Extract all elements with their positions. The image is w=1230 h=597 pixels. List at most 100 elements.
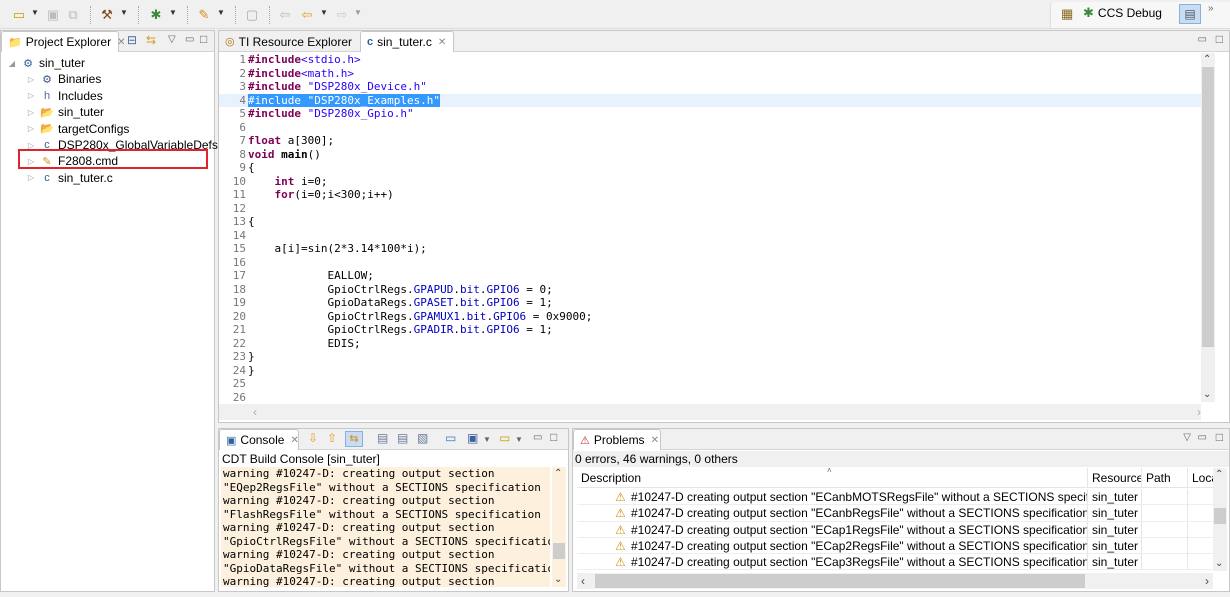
close-icon[interactable]: ✕ [290, 435, 298, 446]
code-line: 15 a[i]=sin(2*3.14*100*i); [219, 242, 1201, 256]
bug-icon[interactable]: ✱ [147, 6, 165, 24]
column-header-description[interactable]: Description [577, 468, 1087, 488]
open-console-dropdown[interactable]: ▼ [515, 435, 523, 444]
tab-console[interactable]: ▣ Console ✕ [219, 429, 299, 450]
new-dropdown-arrow[interactable]: ▼ [31, 8, 39, 17]
column-header-resource[interactable]: Resource [1087, 468, 1141, 488]
pin-console-icon[interactable]: ▤ [397, 431, 408, 445]
line-number: 9 [239, 161, 246, 174]
scroll-up-icon[interactable]: ⌃ [1203, 54, 1211, 65]
scroll-up-arrow-icon[interactable]: ⇧ [327, 431, 337, 445]
debug-dropdown-arrow[interactable]: ▼ [169, 8, 177, 17]
save-icon[interactable]: ▣ [44, 6, 62, 24]
perspective-ccs-debug[interactable]: ✱ CCS Debug [1083, 5, 1162, 21]
display-console-icon[interactable]: ▣ [467, 431, 478, 445]
tab-ti-resource-explorer[interactable]: ◎ TI Resource Explorer [219, 31, 359, 52]
window-icon[interactable]: ▢ [243, 6, 261, 24]
code-editor[interactable]: 1 #include<stdio.h> 2 #include<math.h> 3 #inc… [219, 53, 1201, 404]
display-console-dropdown[interactable]: ▼ [483, 435, 491, 444]
close-icon[interactable]: ✕ [117, 37, 125, 48]
minimize-icon[interactable]: ▭ [1198, 432, 1207, 443]
problem-row[interactable]: ⚠ #10247-D creating output section "ECap3… [577, 554, 1213, 571]
view-menu-icon[interactable]: ▽ [1183, 432, 1191, 443]
scroll-thumb[interactable] [1214, 508, 1226, 524]
scroll-thumb[interactable] [553, 543, 565, 559]
collapsed-twistie-icon[interactable]: ▷ [26, 75, 36, 84]
collapsed-twistie-icon[interactable]: ▷ [26, 108, 36, 117]
tab-problems[interactable]: ⚠ Problems ✕ [573, 429, 661, 450]
collapsed-twistie-icon[interactable]: ▷ [26, 91, 36, 100]
scroll-down-icon[interactable]: ⌄ [554, 574, 562, 585]
scroll-up-icon[interactable]: ⌃ [1215, 469, 1223, 480]
scroll-up-icon[interactable]: ⌃ [554, 468, 562, 479]
problem-row[interactable]: ⚠ #10247-D creating output section "ECanb… [577, 505, 1213, 522]
collapsed-twistie-icon[interactable]: ▷ [26, 124, 36, 133]
tree-item[interactable]: ▷ h Includes [26, 88, 103, 104]
editor-horizontal-scrollbar[interactable]: ‹ › [219, 404, 1201, 420]
save-all-icon[interactable]: ⧉ [64, 6, 82, 24]
flash-tool-icon[interactable]: ✎ [195, 6, 213, 24]
problems-horizontal-scrollbar[interactable]: ‹ › [577, 573, 1213, 589]
minimize-icon[interactable]: ▭ [1198, 34, 1207, 45]
scroll-down-icon[interactable]: ⌄ [1203, 389, 1211, 400]
collapsed-twistie-icon[interactable]: ▷ [26, 173, 36, 182]
link-with-editor-icon[interactable]: ⇆ [146, 33, 156, 47]
expanded-twistie-icon[interactable]: ◢ [7, 59, 17, 68]
build-dropdown-arrow[interactable]: ▼ [120, 8, 128, 17]
tab-sin-tuter-c[interactable]: c sin_tuter.c ✕ [360, 31, 454, 52]
code-line: 21 GpioCtrlRegs.GPADIR.bit.GPIO6 = 1; [219, 323, 1201, 337]
maximize-icon[interactable]: □ [200, 32, 207, 46]
problem-row[interactable]: ⚠ #10247-D creating output section "ECap2… [577, 537, 1213, 555]
new-file-icon[interactable]: ▭ [10, 6, 28, 24]
tree-item[interactable]: ▷ c sin_tuter.c [26, 170, 113, 186]
back-dropdown-arrow[interactable]: ▼ [320, 8, 328, 17]
collapse-all-icon[interactable]: ⊟ [127, 33, 137, 47]
scroll-left-icon[interactable]: ‹ [253, 405, 257, 419]
console-output[interactable]: warning #10247-D: creating output sectio… [221, 467, 550, 587]
scroll-right-icon[interactable]: › [1197, 405, 1201, 419]
ccs-edit-perspective-button[interactable]: ▤ [1179, 4, 1201, 24]
scroll-down-arrow-icon[interactable]: ⇩ [308, 431, 318, 445]
console-vertical-scrollbar[interactable]: ⌃ ⌄ [552, 467, 566, 587]
editor-vertical-scrollbar[interactable]: ⌃ ⌄ [1201, 53, 1215, 402]
scroll-right-icon[interactable]: › [1205, 574, 1209, 588]
view-menu-icon[interactable]: ▽ [168, 34, 176, 45]
line-number: 2 [239, 66, 246, 80]
maximize-icon[interactable]: □ [1216, 32, 1223, 46]
clear-console-icon[interactable]: ▧ [417, 431, 428, 445]
tree-item[interactable]: ▷ 📂 targetConfigs [26, 121, 129, 137]
scroll-left-icon[interactable]: ‹ [581, 574, 585, 588]
tab-project-explorer[interactable]: 📁 Project Explorer ✕ [1, 31, 125, 52]
scroll-lock-icon[interactable]: ⇆ [345, 431, 363, 447]
show-console-icon[interactable]: ▤ [377, 431, 388, 445]
tree-item[interactable]: ▷ 📂 sin_tuter [26, 104, 104, 120]
maximize-icon[interactable]: □ [550, 430, 557, 444]
problem-row[interactable]: ⚠ #10247-D creating output section "ECap1… [577, 521, 1213, 538]
problem-row-partial[interactable]: ⚠#10247-D creating output section "ECap3… [577, 570, 1213, 571]
perspective-overflow-button[interactable]: » [1208, 3, 1214, 14]
problems-vertical-scrollbar[interactable]: ⌃ ⌄ [1213, 468, 1227, 571]
open-perspective-icon[interactable]: ▦ [1061, 6, 1073, 22]
code-text: EDIS; [248, 336, 361, 350]
last-edit-icon[interactable]: ⇦ [276, 6, 294, 24]
flash-dropdown-arrow[interactable]: ▼ [217, 8, 225, 17]
scroll-down-icon[interactable]: ⌄ [1215, 558, 1223, 569]
new-console-icon[interactable]: ▭ [445, 431, 456, 445]
close-icon[interactable]: ✕ [651, 435, 659, 446]
column-header-path[interactable]: Path [1141, 468, 1187, 488]
minimize-icon[interactable]: ▭ [533, 432, 542, 443]
minimize-icon[interactable]: ▭ [185, 34, 194, 45]
maximize-icon[interactable]: □ [1216, 430, 1223, 444]
open-console-icon[interactable]: ▭ [499, 431, 510, 445]
back-arrow-icon[interactable]: ⇦ [298, 6, 316, 24]
tree-item[interactable]: ◢ ⚙ sin_tuter [7, 55, 85, 71]
hammer-icon[interactable]: ⚒ [98, 6, 116, 24]
problem-row[interactable]: ⚠ #10247-D creating output section "ECanb… [577, 489, 1213, 506]
forward-dropdown-arrow[interactable]: ▼ [354, 8, 362, 17]
forward-arrow-icon[interactable]: ⇨ [333, 6, 351, 24]
close-icon[interactable]: ✕ [438, 37, 446, 48]
scroll-thumb[interactable] [595, 574, 1085, 588]
tree-item[interactable]: ▷ ⚙ Binaries [26, 71, 101, 87]
code-line: 4 #include "DSP280x_Examples.h" [219, 93, 1201, 107]
scroll-thumb[interactable] [1202, 67, 1214, 347]
